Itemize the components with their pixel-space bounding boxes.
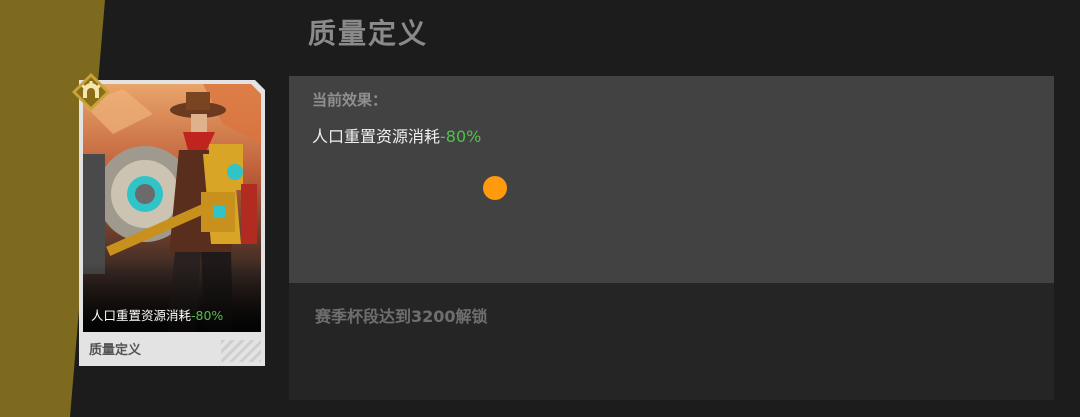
card-effect-text: 人口重置资源消耗-80% xyxy=(91,308,224,323)
unlock-condition-text: 赛季杯段达到3200解锁 xyxy=(315,307,488,326)
quality-card[interactable]: 人口重置资源消耗-80% 质量定义 xyxy=(79,80,265,366)
touch-cursor-indicator xyxy=(483,176,507,200)
current-effect-line: 人口重置资源消耗-80% xyxy=(312,123,481,147)
card-label: 质量定义 xyxy=(89,343,142,358)
current-effect-panel: 当前效果： 人口重置资源消耗-80% xyxy=(289,76,1054,283)
card-stripes xyxy=(221,340,261,362)
page-title: 质量定义 xyxy=(308,17,429,50)
card-effect-value: -80% xyxy=(191,308,224,323)
effect-text: 人口重置资源消耗 xyxy=(312,127,441,146)
unlock-condition-panel: 赛季杯段达到3200解锁 xyxy=(289,283,1054,400)
current-effect-heading: 当前效果： xyxy=(312,91,388,109)
card-artwork: 人口重置资源消耗-80% xyxy=(83,84,261,332)
effect-value: -80% xyxy=(440,127,482,146)
gear-arch-icon xyxy=(71,72,111,112)
